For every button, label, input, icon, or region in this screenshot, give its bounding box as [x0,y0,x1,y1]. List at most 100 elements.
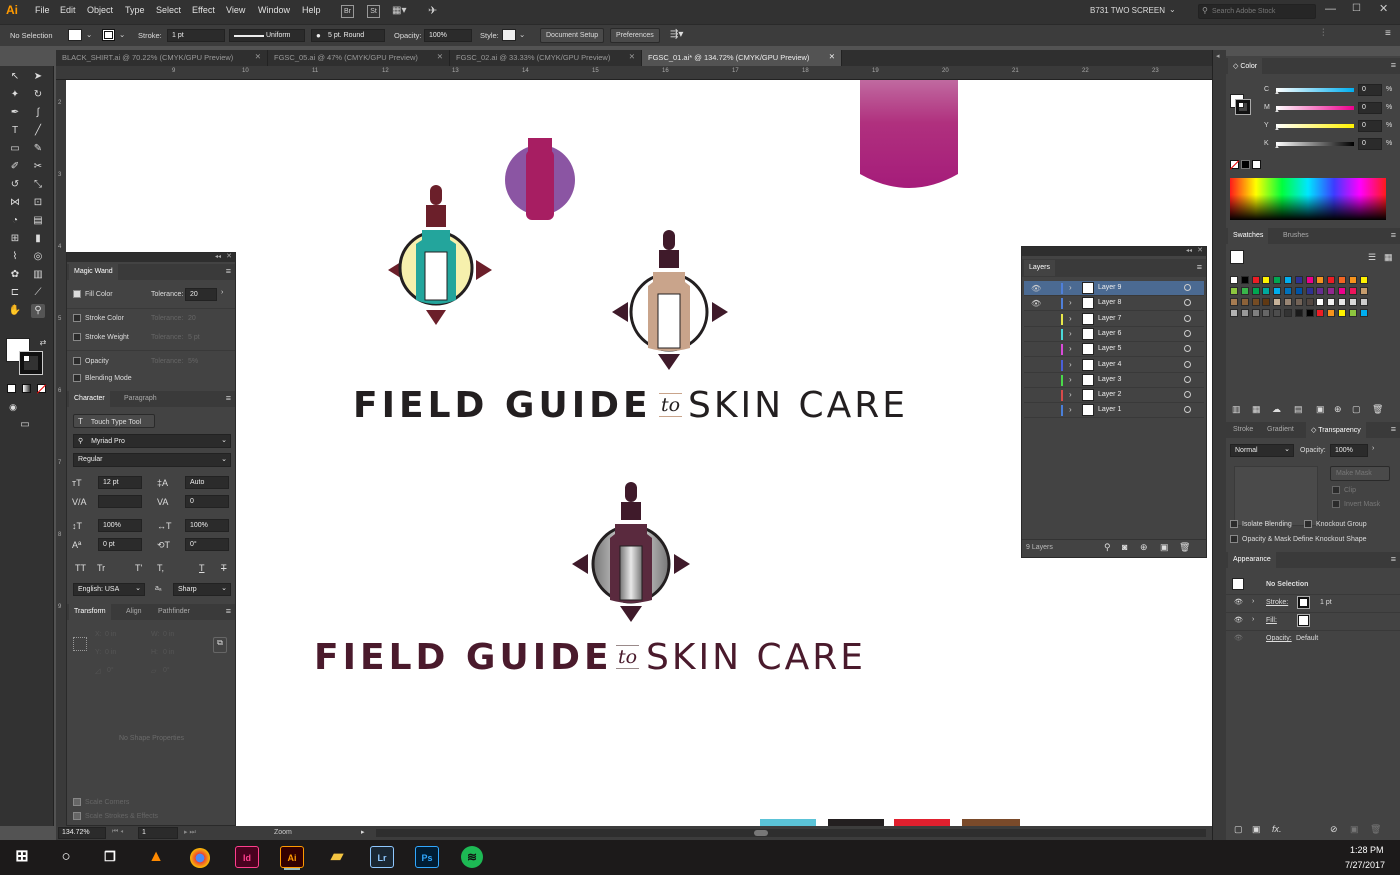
layer-row[interactable]: › Layer 5 [1024,342,1204,358]
shape-builder-tool-icon[interactable]: ◔ [8,214,22,228]
line-tool-icon[interactable]: ╱ [31,124,45,138]
stock-button[interactable]: St [367,5,380,18]
menu-view[interactable]: View [226,5,245,15]
compass-bottle-grey[interactable] [566,480,696,626]
color-swatch[interactable] [1316,298,1325,306]
color-swatch[interactable] [1348,298,1357,306]
color-chip[interactable] [828,819,884,826]
color-chip[interactable] [894,819,950,826]
underline-button[interactable]: T [199,563,205,573]
tab-color[interactable]: ◇ Color [1228,58,1263,74]
swatch-kinds-icon[interactable]: ▦ [1252,404,1261,415]
wordmark-secondary[interactable]: FIELD GUIDE to SKIN CARE [314,635,894,685]
make-mask-button[interactable]: Make Mask [1330,466,1390,481]
w-field[interactable]: 0 in [163,631,174,638]
touch-type-tool-button[interactable]: T Touch Type Tool [73,414,155,428]
color-swatch[interactable] [1273,276,1282,284]
color-swatch[interactable] [1251,298,1260,306]
panel-menu-icon[interactable]: ≡ [1391,60,1396,70]
lasso-tool-icon[interactable]: ↻ [31,88,45,102]
target-icon[interactable] [1184,329,1191,337]
color-swatch[interactable] [1240,309,1249,317]
locate-object-icon[interactable]: ⚲ [1104,542,1111,553]
transparency-opacity-field[interactable]: 100% [1330,444,1368,457]
channel-slider[interactable] [1276,106,1354,110]
font-style-select[interactable]: Regular ⌄ [73,453,231,467]
target-icon[interactable] [1184,314,1191,322]
color-mode-button[interactable] [7,384,16,393]
color-swatch[interactable] [1251,287,1260,295]
tolerance-field[interactable]: 20 [185,288,217,301]
color-swatch[interactable] [1262,298,1271,306]
reference-point-icon[interactable] [73,637,87,651]
chevron-down-icon[interactable]: ⌄ [519,30,525,39]
stroke-weight-checkbox[interactable] [73,333,81,341]
document-setup-button[interactable]: Document Setup [540,28,605,43]
color-swatch[interactable] [1273,309,1282,317]
superscript-button[interactable]: T' [135,563,142,573]
color-swatch[interactable] [1305,276,1314,284]
y-field[interactable]: 0 in [105,649,116,656]
small-caps-button[interactable]: Tr [97,563,105,573]
collapse-icon[interactable]: ◂◂ [215,253,221,260]
opacity-checkbox[interactable] [73,357,81,365]
close-icon[interactable]: ✕ [437,52,443,61]
appearance-fill-label[interactable]: Fill: [1266,617,1277,624]
layer-name[interactable]: Layer 5 [1098,345,1121,352]
target-icon[interactable] [1184,284,1191,291]
color-swatch[interactable] [1338,287,1346,295]
layer-row[interactable]: 👁 › Layer 8 [1024,296,1204,312]
hand-tool-icon[interactable]: ✋ [8,304,22,318]
color-swatch[interactable] [1262,287,1271,295]
collapse-icon[interactable]: ◂ [1216,52,1220,60]
color-swatch[interactable] [1305,298,1314,306]
opacity-field[interactable]: 100% [424,29,472,42]
arrange-icon[interactable]: ⫶ [1322,28,1325,39]
gpu-performance-icon[interactable]: ✈ [428,4,437,17]
font-family-select[interactable]: ⚲ Myriad Pro ⌄ [73,434,231,448]
eye-icon[interactable]: 👁 [1234,616,1243,624]
close-icon[interactable]: ✕ [226,252,232,260]
color-swatch[interactable] [1316,276,1325,284]
tab-stroke[interactable]: Stroke [1228,422,1258,438]
vlc-icon[interactable]: ▲ [144,846,168,868]
color-swatch[interactable] [1305,309,1314,317]
last-artboard-icon[interactable]: ▸ ⏭ [184,828,196,837]
swatch-options-icon[interactable]: ▤ [1294,404,1303,415]
tab-gradient[interactable]: Gradient [1262,422,1299,438]
chevron-right-icon[interactable]: › [1252,616,1254,623]
panel-menu-icon[interactable]: ≡ [1391,554,1396,564]
color-swatch[interactable] [1359,298,1368,306]
anti-aliasing-select[interactable]: Sharp ⌄ [173,583,231,596]
status-menu-arrow[interactable]: ▸ [361,828,365,836]
baseline-shift-field[interactable]: 0 pt [98,538,142,551]
scale-tool-icon[interactable]: ⤡ [31,178,45,192]
panel-menu-icon[interactable]: ≡ [226,393,231,403]
style-swatch[interactable] [502,29,516,41]
chevron-right-icon[interactable]: › [1069,375,1072,384]
x-field[interactable]: 0 in [105,631,116,638]
color-swatch[interactable] [1338,298,1346,306]
draw-mode-icon[interactable]: ◉ [6,400,20,414]
compass-bottle-tan[interactable] [606,228,732,378]
doc-tab-fgsc-01[interactable]: FGSC_01.ai* @ 134.72% (CMYK/GPU Preview)… [642,50,842,66]
close-icon[interactable]: ✕ [629,52,635,61]
channel-slider[interactable] [1276,142,1354,146]
color-swatch[interactable] [1240,276,1249,284]
leading-field[interactable]: Auto [185,476,229,489]
color-swatch[interactable] [1327,298,1336,306]
color-swatch[interactable] [1348,309,1357,317]
strikethrough-button[interactable]: T [221,563,227,573]
color-swatch[interactable] [1316,287,1325,295]
duplicate-item-icon[interactable]: ▣ [1350,824,1359,835]
chevron-right-icon[interactable]: › [1069,298,1072,307]
chevron-down-icon[interactable]: ⌄ [1169,5,1176,14]
task-view-icon[interactable]: ❐ [98,846,122,868]
trash-icon[interactable]: 🗑 [1372,404,1383,415]
tab-pathfinder[interactable]: Pathfinder [153,604,195,620]
panel-menu-icon[interactable]: ≡ [1391,230,1396,240]
color-swatch[interactable] [1240,287,1249,295]
chevron-right-icon[interactable]: › [1372,445,1374,452]
trash-icon[interactable]: 🗑 [1179,542,1190,553]
layer-row[interactable]: › Layer 6 [1024,327,1204,342]
